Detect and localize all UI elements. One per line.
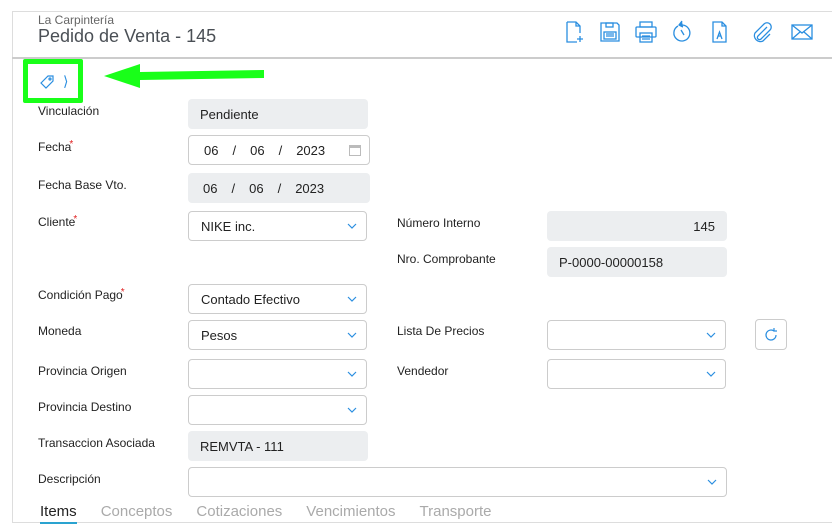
company-name: La Carpintería (38, 13, 115, 27)
provincia-destino-select[interactable] (188, 395, 367, 425)
vendedor-label: Vendedor (397, 364, 449, 378)
tab-transporte[interactable]: Transporte (420, 503, 492, 524)
chevron-down-icon (707, 479, 717, 485)
tab-vencimientos[interactable]: Vencimientos (306, 503, 395, 524)
cliente-select[interactable]: NIKE inc. (188, 211, 367, 241)
cliente-label: Cliente* (38, 214, 78, 229)
calendar-icon[interactable] (349, 145, 361, 156)
annotation-arrow (104, 64, 264, 88)
vendedor-select[interactable] (547, 359, 726, 389)
provincia-origen-label: Provincia Origen (38, 364, 127, 378)
nro-comprobante-field: P-0000-00000158 (547, 247, 727, 277)
numero-interno-field: 145 (547, 211, 727, 241)
condicion-pago-select[interactable]: Contado Efectivo (188, 284, 367, 314)
save-icon[interactable] (598, 20, 622, 44)
page-title: Pedido de Venta - 145 (38, 26, 217, 46)
tab-bar: Items Conceptos Cotizaciones Vencimiento… (40, 503, 492, 524)
fecha-base-field: 06/06/2023 (188, 173, 370, 203)
refresh-button[interactable] (755, 319, 787, 350)
chevron-down-icon (347, 371, 357, 377)
moneda-select[interactable]: Pesos (188, 320, 367, 350)
descripcion-input[interactable] (188, 467, 727, 497)
chevron-down-icon (347, 332, 357, 338)
email-icon[interactable] (790, 20, 814, 44)
fecha-input[interactable]: 06/06/2023 (188, 135, 370, 165)
condicion-pago-label: Condición Pago* (38, 287, 125, 302)
fecha-label: Fecha* (38, 139, 74, 154)
nro-comprobante-label: Nro. Comprobante (397, 252, 496, 266)
provincia-destino-label: Provincia Destino (38, 400, 132, 414)
chevron-down-icon (706, 332, 716, 338)
numero-interno-label: Número Interno (397, 216, 481, 230)
tab-cotizaciones[interactable]: Cotizaciones (196, 503, 282, 524)
refresh-icon (765, 327, 777, 341)
moneda-label: Moneda (38, 324, 82, 338)
vinculacion-label: Vinculación (38, 104, 100, 118)
provincia-origen-select[interactable] (188, 359, 367, 389)
lista-precios-label: Lista De Precios (397, 324, 485, 338)
attach-icon[interactable] (750, 20, 774, 44)
descripcion-label: Descripción (38, 472, 101, 486)
pdf-document-icon[interactable] (708, 20, 732, 44)
print-icon[interactable] (634, 20, 658, 44)
transaccion-label: Transaccion Asociada (38, 436, 155, 450)
fecha-base-label: Fecha Base Vto. (38, 178, 127, 192)
history-icon[interactable] (670, 20, 694, 44)
tab-conceptos[interactable]: Conceptos (101, 503, 173, 524)
chevron-down-icon (347, 223, 357, 229)
transaccion-field: REMVTA - 111 (188, 431, 368, 461)
chevron-down-icon (347, 296, 357, 302)
lista-precios-select[interactable] (547, 320, 726, 350)
chevron-down-icon (706, 371, 716, 377)
chevron-down-icon (347, 407, 357, 413)
header-divider (12, 57, 832, 59)
new-document-icon[interactable] (562, 20, 586, 44)
vinculacion-field: Pendiente (188, 99, 368, 129)
tab-items[interactable]: Items (40, 503, 77, 524)
annotation-highlight-box (23, 59, 83, 103)
